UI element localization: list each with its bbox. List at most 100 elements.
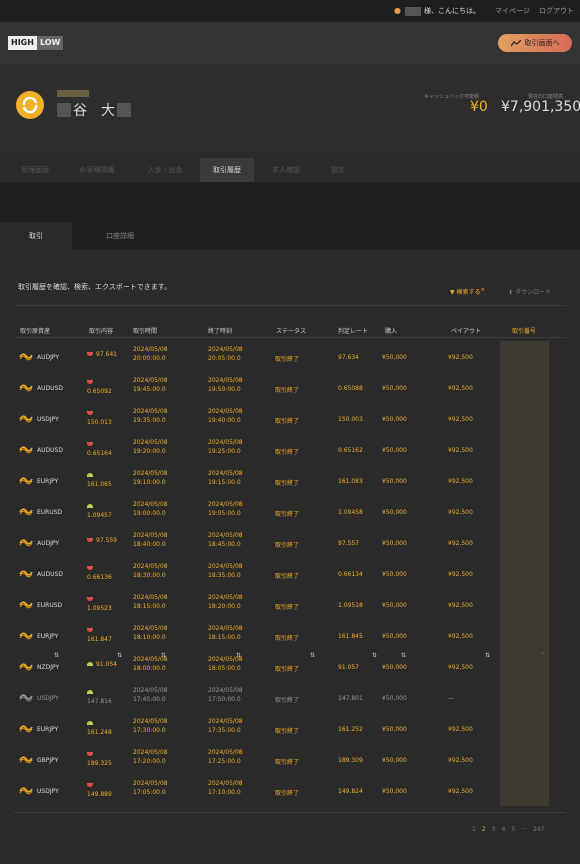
asset-icon — [19, 756, 33, 764]
download-button[interactable]: ⬇ ダウンロード — [508, 287, 551, 296]
purchase-amount: ¥50,000 — [382, 571, 407, 578]
page-link[interactable]: 5 — [511, 826, 515, 833]
mypage-link[interactable]: マイページ — [495, 6, 530, 16]
strike-price: 0.65092 — [87, 388, 112, 395]
payout-amount: — — [448, 695, 454, 702]
col-trade-id[interactable]: 取引番号⌃ — [512, 326, 545, 659]
filter-button[interactable]: ▼ 検索する× — [450, 287, 485, 296]
asset-name: AUDJPY — [37, 540, 60, 547]
tab-settings[interactable]: 設定 — [320, 158, 356, 182]
table-row[interactable]: EURUSD 1.09523 2024/05/08 18:15:00.0 202… — [0, 589, 580, 620]
masked-trade-id — [500, 620, 549, 651]
download-icon: ⬇ — [508, 289, 514, 296]
end-time: 19:50:00.0 — [208, 386, 241, 393]
down-direction-icon — [87, 352, 93, 356]
tab-deposit-withdraw[interactable]: 入金 / 出金 — [140, 158, 190, 182]
col-payout[interactable]: ペイアウト ⇅ — [451, 326, 490, 659]
page-link[interactable]: 3 — [492, 826, 496, 833]
pagination-ellipsis: ··· — [521, 826, 527, 833]
status-badge: 取引終了 — [275, 759, 300, 766]
table-row[interactable]: USDJPY 149.889 2024/05/08 17:05:00.0 202… — [0, 775, 580, 806]
col-status[interactable]: ステータス ⇅ — [276, 326, 315, 659]
col-content[interactable]: 取引内容 ⇅ — [89, 326, 122, 659]
table-row[interactable]: USDJPY 147.816 2024/05/08 17:45:00.0 202… — [0, 682, 580, 713]
asset-icon — [19, 601, 33, 609]
table-row[interactable]: GBPJPY 189.325 2024/05/08 17:20:00.0 202… — [0, 744, 580, 775]
start-time: 18:30:00.0 — [133, 572, 166, 579]
down-direction-icon — [87, 442, 93, 446]
col-end-time[interactable]: 終了時刻 ⇅ — [208, 326, 241, 659]
payout-amount: ¥92,500 — [448, 478, 473, 485]
purchase-amount: ¥50,000 — [382, 416, 407, 423]
tab-identity[interactable]: 本人確認 — [262, 158, 310, 182]
tab-customer-info[interactable]: お客様情報 — [72, 158, 122, 182]
asset-name: AUDUSD — [37, 447, 63, 454]
judgment-rate: 161.252 — [338, 726, 363, 733]
end-date: 2024/05/08 — [208, 563, 243, 570]
page-link[interactable]: 4 — [501, 826, 505, 833]
start-time: 17:45:00.0 — [133, 696, 166, 703]
start-date: 2024/05/08 — [133, 749, 168, 756]
table-row[interactable]: EURJPY 161.065 2024/05/08 19:10:00.0 202… — [0, 465, 580, 496]
user-icon: ● — [394, 6, 401, 15]
page-link[interactable]: 247 — [533, 826, 544, 833]
strike-price: 149.889 — [87, 791, 112, 798]
end-time: 18:05:00.0 — [208, 665, 241, 672]
table-row[interactable]: EURJPY 161.847 2024/05/08 18:10:00.0 202… — [0, 620, 580, 651]
asset-name: GBPJPY — [37, 757, 59, 764]
asset-icon — [19, 632, 33, 640]
page-link[interactable]: 2 — [482, 826, 486, 833]
col-rate[interactable]: 判定レート ⇅ — [338, 326, 377, 659]
status-badge: 取引終了 — [275, 666, 300, 673]
tab-trade-history[interactable]: 取引履歴 — [200, 158, 254, 182]
col-purchase[interactable]: 購入 ⇅ — [385, 326, 406, 659]
start-time: 17:20:00.0 — [133, 758, 166, 765]
subtab-account-details[interactable]: 口座詳細 — [80, 222, 160, 250]
highlow-logo[interactable]: HIGH LOW — [8, 36, 64, 50]
purchase-amount: ¥50,000 — [382, 354, 407, 361]
logo-low: LOW — [36, 36, 64, 50]
page-link[interactable]: 1 — [472, 826, 476, 833]
end-date: 2024/05/08 — [208, 501, 243, 508]
table-row[interactable]: EURJPY 161.248 2024/05/08 17:30:00.0 202… — [0, 713, 580, 744]
sub-tabs: 取引 口座詳細 — [0, 222, 580, 250]
end-time: 17:50:00.0 — [208, 696, 241, 703]
avatar — [16, 91, 44, 119]
end-date: 2024/05/08 — [208, 594, 243, 601]
table-row[interactable]: AUDUSD 0.65092 2024/05/08 19:45:00.0 202… — [0, 372, 580, 403]
strike-price: 189.325 — [87, 760, 112, 767]
col-start-time[interactable]: 取引時間 ⇅ — [133, 326, 166, 659]
end-time: 19:05:00.0 — [208, 510, 241, 517]
avatar-logo-icon — [22, 96, 38, 114]
table-row[interactable]: AUDJPY 97.559 2024/05/08 18:40:00.0 2024… — [0, 527, 580, 558]
judgment-rate: 1.09458 — [338, 509, 363, 516]
table-row[interactable]: AUDUSD 0.65164 2024/05/08 19:20:00.0 202… — [0, 434, 580, 465]
table-row[interactable]: NZDJPY 91.054 2024/05/08 18:00:00.0 2024… — [0, 651, 580, 682]
end-date: 2024/05/08 — [208, 780, 243, 787]
main-tabs: 管理画面 お客様情報 入金 / 出金 取引履歴 本人確認 設定 — [0, 152, 580, 182]
up-direction-icon — [87, 504, 93, 508]
end-time: 18:15:00.0 — [208, 634, 241, 641]
purchase-amount: ¥50,000 — [382, 447, 407, 454]
table-row[interactable]: USDJPY 150.013 2024/05/08 19:35:00.0 202… — [0, 403, 580, 434]
tab-dashboard[interactable]: 管理画面 — [12, 158, 58, 182]
table-row[interactable]: EURUSD 1.09457 2024/05/08 19:00:00.0 202… — [0, 496, 580, 527]
masked-trade-id — [500, 527, 549, 558]
down-direction-icon — [87, 783, 93, 787]
asset-name: USDJPY — [37, 788, 59, 795]
account-name: 谷 大 — [57, 100, 131, 120]
asset-icon — [19, 694, 33, 702]
col-asset[interactable]: 取引原資産 ⇅ — [20, 326, 59, 659]
divider — [14, 812, 566, 813]
asset-name: AUDUSD — [37, 571, 63, 578]
subtab-trades[interactable]: 取引 — [0, 222, 72, 250]
trade-screen-button[interactable]: 取引画面へ — [498, 34, 572, 52]
logout-link[interactable]: ログアウト — [539, 6, 574, 16]
table-row[interactable]: AUDJPY 97.641 2024/05/08 20:00:00.0 2024… — [0, 341, 580, 372]
asset-icon — [19, 508, 33, 516]
asset-name: NZDJPY — [37, 664, 60, 671]
table-row[interactable]: AUDUSD 0.66136 2024/05/08 18:30:00.0 202… — [0, 558, 580, 589]
end-date: 2024/05/08 — [208, 749, 243, 756]
account-summary: 谷 大 キャッシュバック可能額 現在の口座残高 ¥0 ¥7,901,350 — [0, 64, 580, 152]
purchase-amount: ¥50,000 — [382, 757, 407, 764]
